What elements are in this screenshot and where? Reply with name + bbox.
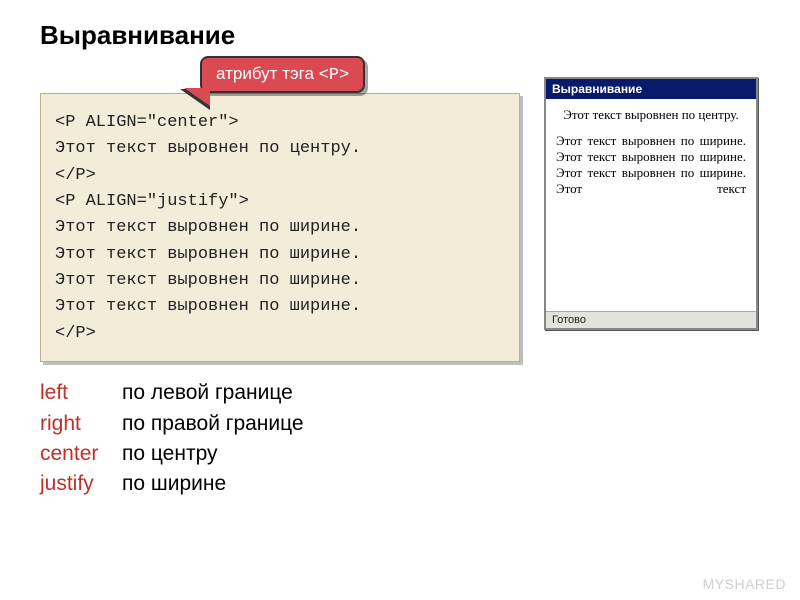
legend-val: по ширине [122, 469, 226, 499]
legend-val: по правой границе [122, 409, 304, 439]
browser-titlebar: Выравнивание [546, 79, 756, 99]
code-line: </P> [55, 163, 505, 189]
browser-text-center: Этот текст выровнен по центру. [556, 107, 746, 123]
code-line: Этот текст выровнен по ширине. [55, 294, 505, 320]
legend-key: left [40, 378, 122, 408]
legend-row: left по левой границе [40, 378, 760, 408]
legend-row: right по правой границе [40, 409, 760, 439]
page-title: Выравнивание [40, 20, 760, 51]
legend-key: center [40, 439, 122, 469]
legend-key: justify [40, 469, 122, 499]
legend-row: justify по ширине [40, 469, 760, 499]
code-line: Этот текст выровнен по ширине. [55, 215, 505, 241]
callout-text: атрибут тэга [216, 64, 319, 83]
callout-tag: <P> [319, 66, 350, 85]
browser-statusbar: Готово [546, 311, 756, 328]
legend-val: по левой границе [122, 378, 293, 408]
browser-body: Этот текст выровнен по центру. Этот текс… [546, 99, 756, 311]
browser-text-justify: Этот текст выровнен по ширине. Этот текс… [556, 133, 746, 197]
legend-val: по центру [122, 439, 218, 469]
code-line: Этот текст выровнен по ширине. [55, 242, 505, 268]
code-line: </P> [55, 321, 505, 347]
code-block: <P ALIGN="center"> Этот текст выровнен п… [40, 93, 520, 362]
browser-window: Выравнивание Этот текст выровнен по цент… [544, 77, 758, 330]
code-line: <P ALIGN="center"> [55, 110, 505, 136]
code-line: Этот текст выровнен по ширине. [55, 268, 505, 294]
legend-row: center по центру [40, 439, 760, 469]
callout: атрибут тэга <P> [200, 56, 365, 93]
code-line: <P ALIGN="justify"> [55, 189, 505, 215]
code-line: Этот текст выровнен по центру. [55, 136, 505, 162]
legend: left по левой границе right по правой гр… [40, 378, 760, 500]
legend-key: right [40, 409, 122, 439]
watermark: MYSHARED [703, 576, 786, 592]
